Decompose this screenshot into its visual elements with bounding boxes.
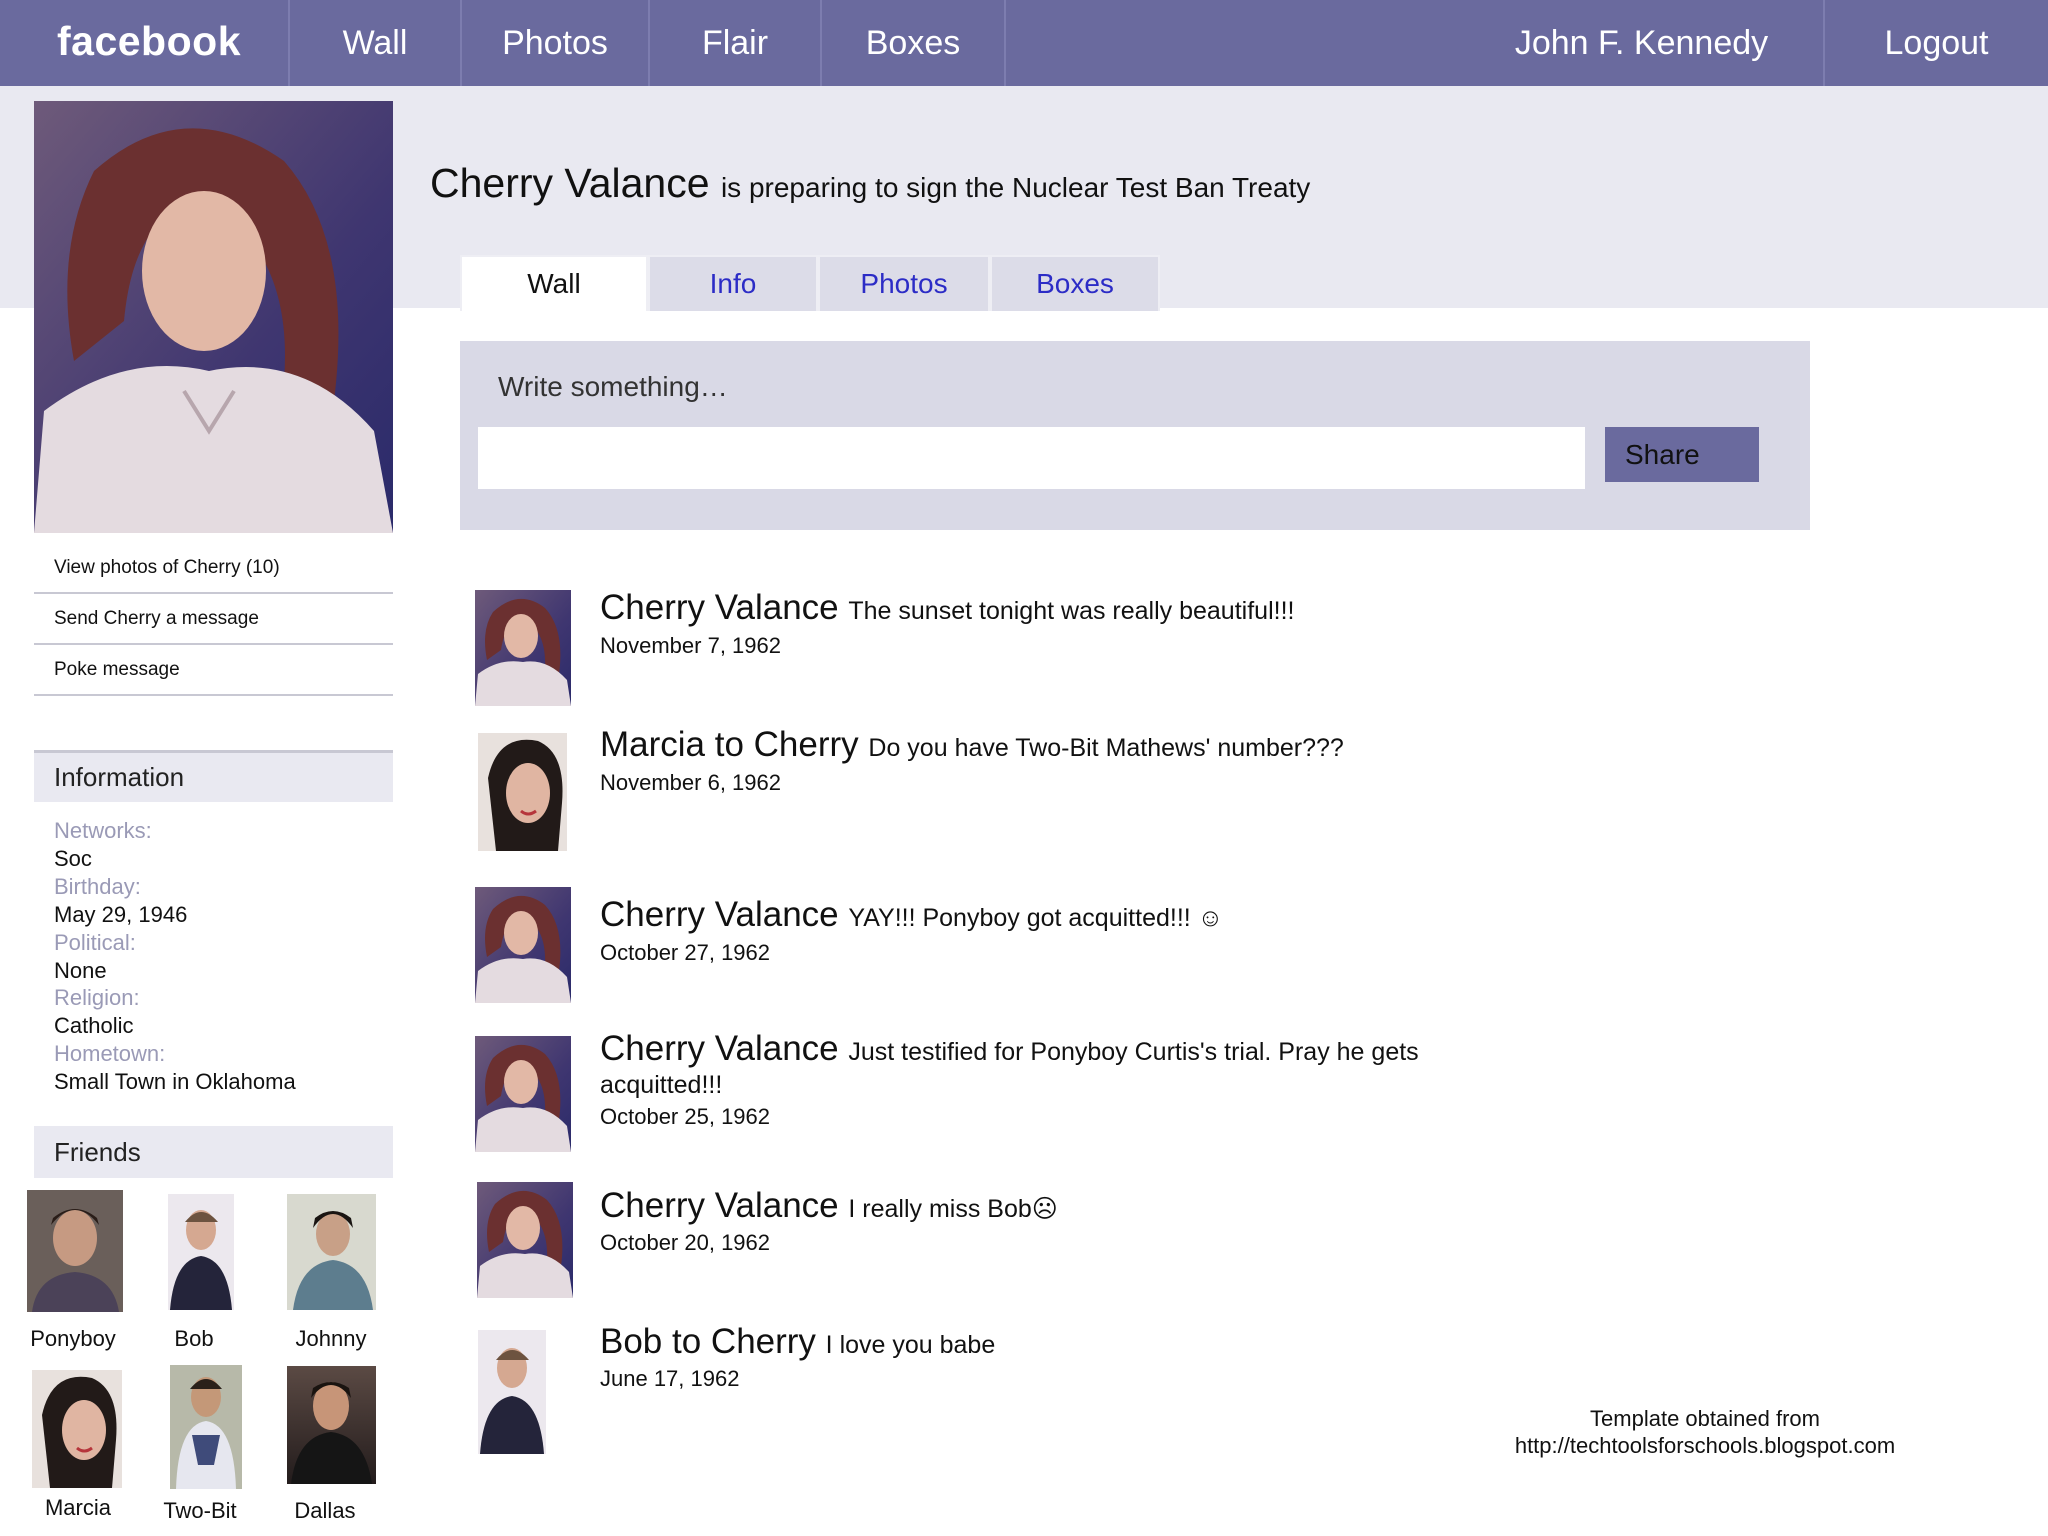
share-button[interactable]: Share bbox=[1605, 427, 1759, 482]
friend-photo-bob[interactable] bbox=[168, 1194, 234, 1310]
wall-composer: Write something… Share bbox=[460, 341, 1810, 530]
friend-photo-johnny[interactable] bbox=[287, 1194, 376, 1310]
nav-boxes[interactable]: Boxes bbox=[820, 0, 1006, 86]
tab-info[interactable]: Info bbox=[648, 255, 818, 311]
post-message: Do you have Two-Bit Mathews' number??? bbox=[868, 734, 1344, 762]
friend-name-johnny[interactable]: Johnny bbox=[275, 1326, 387, 1352]
post-message: The sunset tonight was really beautiful!… bbox=[848, 597, 1295, 625]
post-message: I really miss Bob☹ bbox=[848, 1195, 1058, 1223]
post-author[interactable]: Marcia to Cherry bbox=[600, 725, 859, 764]
post-author[interactable]: Cherry Valance bbox=[600, 588, 839, 627]
post-header: Cherry Valance I really miss Bob☹ bbox=[600, 1186, 1058, 1226]
post-avatar-cherry[interactable] bbox=[477, 1182, 573, 1298]
info-value-hometown: Small Town in Oklahoma bbox=[54, 1069, 296, 1094]
friend-name-marcia[interactable]: Marcia bbox=[22, 1495, 134, 1521]
composer-label: Write something… bbox=[498, 371, 728, 402]
profile-status: is preparing to sign the Nuclear Test Ba… bbox=[720, 172, 1311, 203]
post-date: November 6, 1962 bbox=[600, 770, 781, 795]
post-author[interactable]: Bob to Cherry bbox=[600, 1322, 816, 1361]
post-avatar-marcia[interactable] bbox=[478, 733, 567, 851]
post-header: Cherry Valance Just testified for Ponybo… bbox=[600, 1031, 1480, 1100]
post-date: October 20, 1962 bbox=[600, 1230, 771, 1255]
poke-link[interactable]: Poke message bbox=[34, 646, 393, 696]
post-header: Marcia to Cherry Do you have Two-Bit Mat… bbox=[600, 725, 1344, 765]
top-nav-bar: facebook Wall Photos Flair Boxes John F.… bbox=[0, 0, 2048, 86]
template-credit: Template obtained from http://techtoolsf… bbox=[1480, 1405, 1930, 1459]
tab-photos[interactable]: Photos bbox=[818, 255, 990, 311]
profile-photo[interactable] bbox=[34, 101, 393, 533]
post-date: November 7, 1962 bbox=[600, 633, 781, 658]
friend-photo-marcia[interactable] bbox=[32, 1370, 122, 1488]
post-header: Bob to Cherry I love you babe bbox=[600, 1322, 995, 1362]
credit-line: Template obtained from bbox=[1590, 1406, 1820, 1431]
post-avatar-bob[interactable] bbox=[478, 1330, 546, 1454]
info-label-political: Political: bbox=[54, 930, 136, 955]
friend-photo-dallas[interactable] bbox=[287, 1366, 376, 1484]
friend-name-bob[interactable]: Bob bbox=[151, 1326, 237, 1352]
tab-wall[interactable]: Wall bbox=[460, 255, 648, 311]
friend-name-dallas[interactable]: Dallas bbox=[275, 1498, 375, 1524]
post-date: October 27, 1962 bbox=[600, 940, 771, 965]
friends-header: Friends bbox=[34, 1126, 393, 1178]
post-author[interactable]: Cherry Valance bbox=[600, 1029, 839, 1068]
post-author[interactable]: Cherry Valance bbox=[600, 1186, 839, 1225]
friend-photo-ponyboy[interactable] bbox=[27, 1190, 123, 1312]
post-message: YAY!!! Ponyboy got acquitted!!! ☺ bbox=[848, 904, 1224, 932]
post-author[interactable]: Cherry Valance bbox=[600, 895, 839, 934]
info-label-religion: Religion: bbox=[54, 985, 140, 1010]
info-value-religion: Catholic bbox=[54, 1013, 134, 1038]
info-label-networks: Networks: bbox=[54, 818, 152, 843]
friend-photo-two-bit[interactable] bbox=[170, 1365, 242, 1489]
post-avatar-cherry[interactable] bbox=[475, 590, 571, 706]
post-date: June 17, 1962 bbox=[600, 1366, 740, 1391]
nav-logout[interactable]: Logout bbox=[1825, 0, 2048, 86]
view-photos-link[interactable]: View photos of Cherry (10) bbox=[34, 544, 393, 594]
nav-photos[interactable]: Photos bbox=[460, 0, 648, 86]
send-message-link[interactable]: Send Cherry a message bbox=[34, 595, 393, 645]
composer-input[interactable] bbox=[478, 427, 1585, 489]
post-avatar-cherry[interactable] bbox=[475, 887, 571, 1003]
info-value-networks[interactable]: Soc bbox=[54, 846, 92, 872]
post-avatar-cherry[interactable] bbox=[475, 1036, 571, 1152]
nav-flair[interactable]: Flair bbox=[648, 0, 820, 86]
friend-name-ponyboy[interactable]: Ponyboy bbox=[17, 1326, 129, 1352]
credit-url[interactable]: http://techtoolsforschools.blogspot.com bbox=[1480, 1432, 1930, 1459]
info-label-birthday: Birthday: bbox=[54, 874, 141, 899]
tab-boxes[interactable]: Boxes bbox=[990, 255, 1160, 311]
profile-name: Cherry Valance bbox=[430, 160, 710, 206]
nav-wall[interactable]: Wall bbox=[288, 0, 460, 86]
nav-user-name[interactable]: John F. Kennedy bbox=[1460, 0, 1825, 86]
post-date: October 25, 1962 bbox=[600, 1104, 771, 1129]
friend-name-two-bit[interactable]: Two-Bit bbox=[150, 1498, 250, 1524]
info-value-political: None bbox=[54, 958, 107, 983]
facebook-logo[interactable]: facebook bbox=[57, 18, 241, 65]
information-header: Information bbox=[34, 750, 393, 802]
info-value-birthday: May 29, 1946 bbox=[54, 902, 188, 927]
info-label-hometown: Hometown: bbox=[54, 1041, 166, 1066]
post-header: Cherry Valance The sunset tonight was re… bbox=[600, 588, 1294, 628]
post-message: I love you babe bbox=[825, 1331, 996, 1359]
post-header: Cherry Valance YAY!!! Ponyboy got acquit… bbox=[600, 895, 1223, 935]
profile-title: Cherry Valance is preparing to sign the … bbox=[430, 160, 1310, 207]
